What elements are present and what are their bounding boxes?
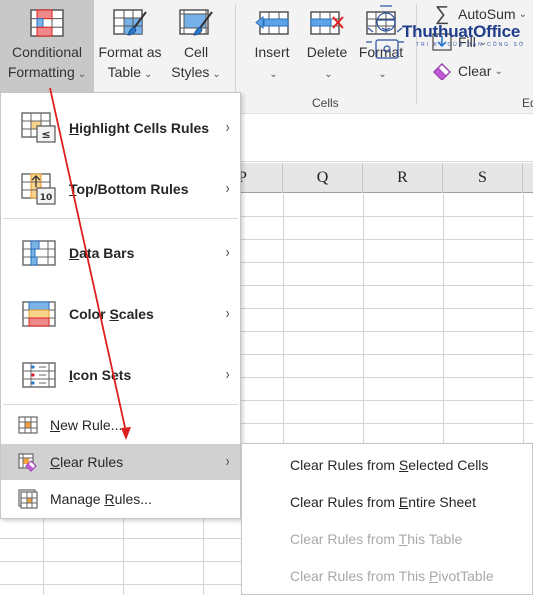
column-header-r[interactable]: R [363,163,443,193]
chevron-down-icon: ⌄ [144,69,153,80]
menu-item-data-bars[interactable]: Data Bars › [1,223,240,283]
menu-item-label: New Rule... [50,417,123,433]
cell-styles-label-2: Styles [171,64,210,80]
cell-styles-label-1: Cell [183,44,209,60]
conditional-formatting-label-1: Conditional [11,44,83,60]
submenu-item-clear-entire-sheet[interactable]: Clear Rules from Entire Sheet [290,494,476,510]
clear-rules-icon [18,453,37,472]
menu-item-label: Highlight Cells Rules [69,120,210,136]
chevron-down-icon: ⌄ [518,8,527,20]
format-as-table-icon [113,9,147,36]
chevron-down-icon: ⌄ [324,69,333,80]
insert-button[interactable]: Insert ⌄ [246,0,298,92]
editing-group-label: Ed [522,96,533,110]
ribbon-separator [416,4,417,104]
menu-item-color-scales[interactable]: Color Scales › [1,284,240,344]
cell-styles-button[interactable]: Cell Styles ⌄ [166,0,226,92]
svg-text:≤: ≤ [41,128,50,141]
chevron-right-icon: › [225,244,230,261]
insert-label: Insert [254,44,290,60]
chevron-down-icon: ⌄ [212,69,221,80]
insert-cells-icon [255,11,289,35]
watermark-subtext: TRI KỶ CỦA DÂN CÔNG SỞ [416,42,526,48]
menu-divider [3,218,238,219]
top-bottom-icon: 10 [21,173,56,205]
cells-group-label: Cells [312,96,339,110]
format-button[interactable]: Format ⌄ [354,0,408,92]
chevron-right-icon: › [225,119,230,136]
menu-item-new-rule[interactable]: New Rule... [1,407,240,443]
chevron-down-icon: ⌄ [378,69,387,80]
conditional-formatting-button[interactable]: Conditional Formatting ⌄ [0,0,94,92]
format-as-table-label-2: Table [107,64,142,80]
chevron-down-icon: ⌄ [494,65,503,77]
chevron-down-icon: ⌄ [77,69,87,80]
autosum-label: AutoSum [458,6,516,22]
clear-button[interactable]: Clear ⌄ [432,62,503,80]
new-rule-icon [18,416,38,434]
menu-item-label: Color Scales [69,306,154,322]
format-as-table-button[interactable]: Format as Table ⌄ [94,0,166,92]
highlight-cells-icon: ≤ [21,112,56,143]
menu-item-label: Manage Rules... [50,491,152,507]
menu-item-manage-rules[interactable]: Manage Rules... [1,481,240,517]
column-header-q[interactable]: Q [283,163,363,193]
clear-rules-submenu: Clear Rules from Selected Cells Clear Ru… [241,443,533,595]
menu-item-clear-rules[interactable]: Clear Rules › [1,444,240,480]
delete-button[interactable]: Delete ⌄ [300,0,354,92]
svg-text:10: 10 [40,193,53,203]
menu-item-label: Data Bars [69,245,135,261]
conditional-formatting-icon [30,9,64,37]
ribbon-separator [235,4,236,104]
chevron-right-icon: › [225,366,230,383]
menu-item-label: Top/Bottom Rules [69,181,189,197]
menu-item-label: Clear Rules [50,454,124,470]
menu-item-highlight-cells-rules[interactable]: ≤ Highlight Cells Rules › [1,98,240,158]
delete-cells-icon [310,11,344,35]
conditional-formatting-label-2: Formatting [7,64,75,80]
column-header-s[interactable]: S [443,163,523,193]
eraser-icon [433,63,451,80]
chevron-right-icon: › [225,453,230,470]
conditional-formatting-menu: ≤ Highlight Cells Rules › 10 Top/Bottom … [0,92,241,519]
cell-styles-icon [179,9,213,36]
autosum-button[interactable]: ∑ AutoSum ⌄ [432,3,527,25]
manage-rules-icon [18,489,38,509]
menu-item-icon-sets[interactable]: Icon Sets › [1,345,240,405]
format-cells-icon [366,11,396,35]
submenu-item-clear-selected-cells[interactable]: Clear Rules from Selected Cells [290,457,488,473]
chevron-right-icon: › [225,305,230,322]
data-bars-icon [22,240,56,266]
submenu-item-clear-this-pivottable: Clear Rules from This PivotTable [290,568,494,584]
format-as-table-label-1: Format as [98,44,162,60]
delete-label: Delete [306,44,348,60]
chevron-down-icon: ⌄ [269,69,278,80]
menu-item-label: Icon Sets [69,367,132,383]
chevron-right-icon: › [225,180,230,197]
format-label: Format [358,44,404,60]
icon-sets-icon [22,362,56,388]
sigma-icon: ∑ [434,3,450,25]
watermark-text: ThuthuatOffice [402,22,521,41]
menu-divider [3,404,238,405]
menu-item-top-bottom-rules[interactable]: 10 Top/Bottom Rules › [1,159,240,219]
color-scales-icon [22,301,56,327]
clear-label: Clear [458,63,492,79]
submenu-item-clear-this-table: Clear Rules from This Table [290,531,463,547]
